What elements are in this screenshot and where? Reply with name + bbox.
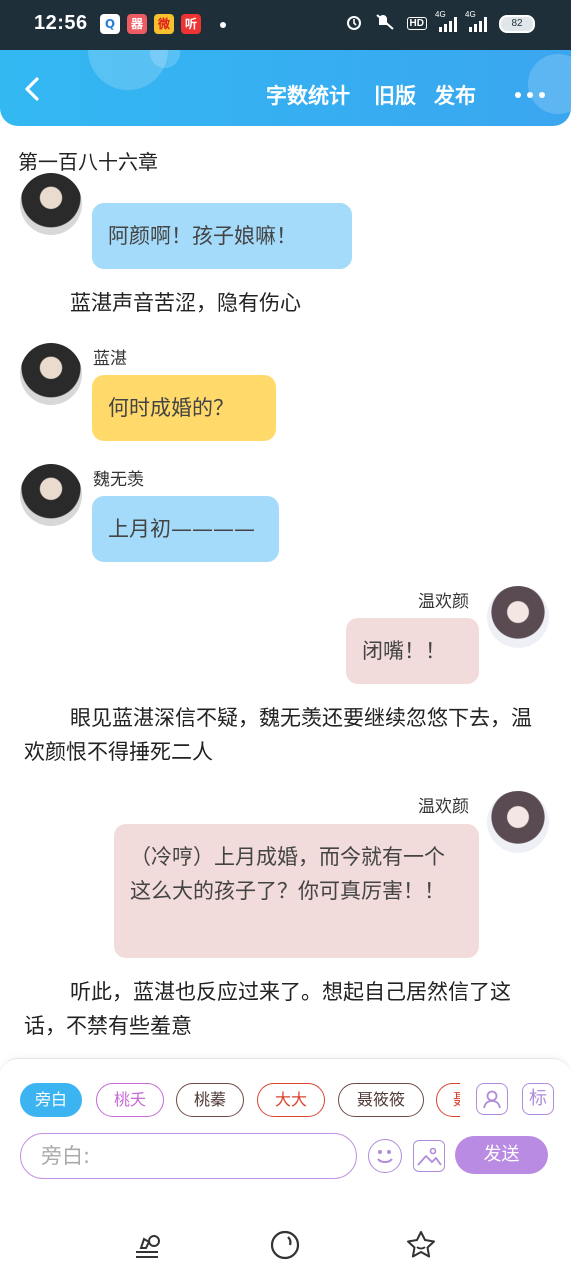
battery-icon: 82 <box>499 14 535 33</box>
chat-bubble: 何时成婚的？ <box>92 375 276 441</box>
status-bar: 12:56 Q 器 微 听 HD 4G 4G 82 <box>0 0 571 50</box>
compass-icon[interactable] <box>268 1228 302 1262</box>
chapter-title: 第一百八十六章 <box>18 150 158 174</box>
alarm-icon <box>345 13 363 34</box>
send-button[interactable]: 发送 <box>455 1136 548 1174</box>
avatar[interactable] <box>20 464 82 526</box>
avatar[interactable] <box>487 791 549 853</box>
hd-voice-icon: HD <box>406 17 427 30</box>
more-dots-icon[interactable] <box>515 92 545 98</box>
back-button[interactable] <box>18 74 48 104</box>
role-chip[interactable]: 桃夭 <box>96 1083 164 1117</box>
old-version-button[interactable]: 旧版 <box>374 80 416 110</box>
app-notification-icon: Q <box>100 14 120 34</box>
speaker-name: 魏无羡 <box>93 470 144 490</box>
role-chip[interactable]: 大大 <box>257 1083 325 1117</box>
narration-text: 听此，蓝湛也反应过来了。想起自己居然信了这话，不禁有些羞意 <box>24 980 511 1038</box>
chat-bubble: 上月初———— <box>92 496 279 562</box>
role-chip[interactable]: 桃蓁 <box>176 1083 244 1117</box>
narration-text: 眼见蓝湛深信不疑，魏无羡还要继续忽悠下去，温欢颜恨不得捶死二人 <box>24 706 532 764</box>
role-chip-clip: 聂 <box>436 1083 460 1117</box>
speaker-name: 温欢颜 <box>418 797 469 817</box>
tag-button[interactable]: 标 <box>522 1083 554 1115</box>
input-panel: 旁白 桃夭 桃蓁 大大 聂筱筱 聂 标 旁白: 发送 <box>0 1058 571 1213</box>
avatar[interactable] <box>487 586 549 648</box>
top-navigation-bar: 字数统计 旧版 发布 <box>0 50 571 126</box>
mute-icon <box>375 13 395 34</box>
smiley-icon[interactable] <box>368 1139 402 1173</box>
chevron-left-icon <box>25 77 39 101</box>
role-chip[interactable]: 聂筱筱 <box>338 1083 424 1117</box>
role-chip[interactable]: 聂 <box>436 1083 460 1117</box>
star-icon[interactable] <box>404 1228 438 1262</box>
app-notification-icon: 器 <box>127 14 147 34</box>
app-notification-icon: 听 <box>181 14 201 34</box>
avatar[interactable] <box>20 343 82 405</box>
more-notifications-dot <box>220 22 226 28</box>
write-icon[interactable] <box>131 1228 165 1262</box>
word-count-button[interactable]: 字数统计 <box>266 80 350 110</box>
chat-bubble: 闭嘴！！ <box>346 618 479 684</box>
signal-icon: 4G <box>435 10 457 32</box>
chat-bubble: （冷哼）上月成婚，而今就有一个这么大的孩子了？你可真厉害！！ <box>114 824 479 958</box>
role-chip-narration[interactable]: 旁白 <box>20 1083 82 1117</box>
image-icon[interactable] <box>413 1140 445 1172</box>
status-icons: HD 4G 4G 82 <box>345 10 535 34</box>
narration-text: 蓝湛声音苦涩，隐有伤心 <box>70 291 301 315</box>
speaker-name: 温欢颜 <box>418 592 469 612</box>
avatar[interactable] <box>20 173 82 235</box>
speaker-name: 蓝湛 <box>93 349 127 369</box>
weibo-notification-icon: 微 <box>154 14 174 34</box>
chat-bubble: 阿颜啊！孩子娘嘛！ <box>92 203 352 269</box>
signal-icon: 4G <box>465 10 487 32</box>
person-card-icon[interactable] <box>476 1083 508 1115</box>
publish-button[interactable]: 发布 <box>434 80 476 110</box>
message-input[interactable]: 旁白: <box>20 1133 357 1179</box>
bottom-toolbar <box>0 1212 571 1280</box>
header-decoration <box>528 54 571 114</box>
status-time: 12:56 <box>34 12 88 34</box>
